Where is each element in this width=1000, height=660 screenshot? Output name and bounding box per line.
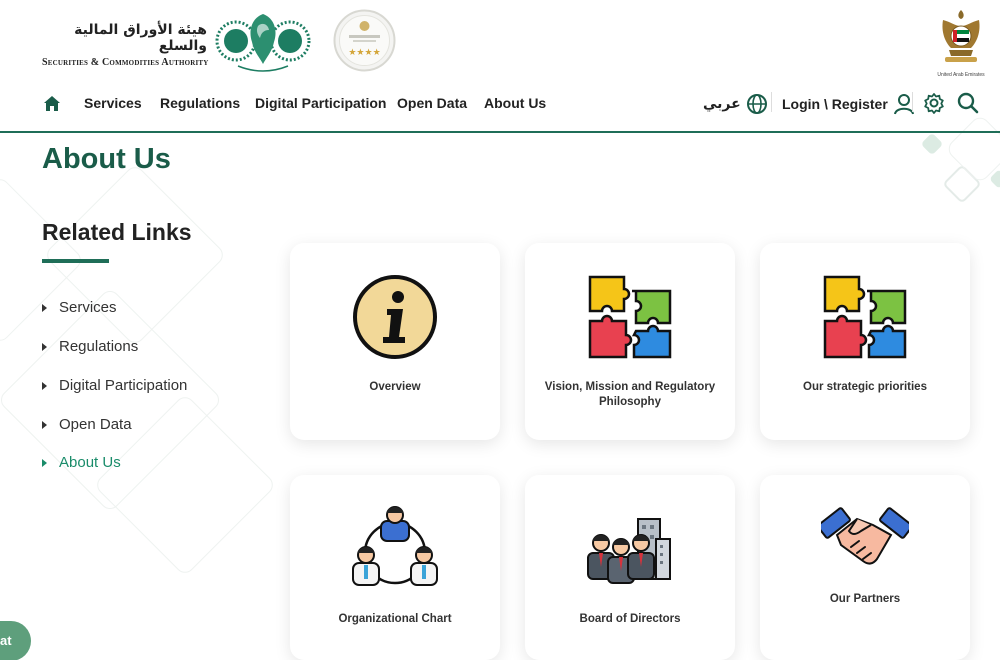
nav-separator	[771, 92, 772, 112]
sidebar-link-label: Open Data	[59, 416, 132, 433]
svg-text:★★★★: ★★★★	[348, 48, 380, 58]
login-register-link[interactable]: Login \ Register	[782, 93, 915, 115]
nav-item-services[interactable]: Services	[84, 95, 142, 111]
board-icon	[587, 518, 671, 584]
sidebar-link-about-us[interactable]: About Us	[42, 454, 121, 471]
nav-item-digital-participation[interactable]: Digital Participation	[255, 95, 386, 111]
uae-label: United Arab Emirates	[937, 72, 985, 78]
sidebar-link-label: Services	[59, 299, 117, 316]
card-label: Our Partners	[829, 593, 901, 605]
site-header: هيئة الأوراق المالية والسلع Securities &…	[0, 0, 1000, 84]
search-icon[interactable]	[957, 92, 979, 114]
card-label: Our strategic priorities	[803, 381, 927, 393]
card-label: Board of Directors	[579, 613, 681, 625]
nav-item-open-data[interactable]: Open Data	[397, 95, 467, 111]
card-strategic-priorities[interactable]: Our strategic priorities	[760, 243, 970, 440]
logo-english-text: Securities & Commodities Authority	[42, 57, 209, 68]
main-navigation: Services Regulations Digital Participati…	[0, 84, 1000, 133]
nav-separator	[912, 92, 913, 112]
sidebar-link-regulations[interactable]: Regulations	[42, 338, 138, 355]
card-label: Vision, Mission and Regulatory Philosoph…	[544, 381, 716, 408]
background-decoration	[920, 132, 944, 156]
sca-emblem-icon	[215, 14, 311, 72]
card-board-of-directors[interactable]: Board of Directors	[525, 475, 735, 660]
home-icon[interactable]	[42, 94, 62, 114]
card-our-partners[interactable]: Our Partners	[760, 475, 970, 660]
handshake-icon	[821, 507, 909, 565]
related-links-title: Related Links	[42, 219, 192, 245]
sidebar-link-digital-participation[interactable]: Digital Participation	[42, 377, 187, 394]
nav-item-about-us[interactable]: About Us	[484, 95, 546, 111]
card-label: Overview	[369, 381, 421, 393]
sidebar-link-label: Regulations	[59, 338, 139, 355]
card-label: Organizational Chart	[338, 613, 452, 625]
puzzle-icon	[823, 275, 907, 359]
info-icon	[353, 275, 437, 359]
card-organizational-chart[interactable]: Organizational Chart	[290, 475, 500, 660]
language-switch[interactable]: عربي	[703, 93, 768, 115]
logo-arabic-text: هيئة الأوراق المالية والسلع	[74, 22, 207, 54]
login-label: Login \ Register	[782, 96, 888, 112]
caret-right-icon	[42, 381, 47, 390]
uae-falcon-icon	[942, 10, 980, 62]
sidebar-link-label: About Us	[59, 454, 121, 471]
sidebar-link-open-data[interactable]: Open Data	[42, 416, 132, 433]
caret-right-icon	[42, 342, 47, 351]
uae-emblem: United Arab Emirates	[936, 6, 986, 78]
related-links-underline	[42, 259, 109, 263]
caret-right-icon	[42, 458, 47, 467]
nav-item-regulations[interactable]: Regulations	[160, 95, 240, 111]
puzzle-icon	[588, 275, 672, 359]
sidebar-link-label: Digital Participation	[59, 377, 188, 394]
caret-right-icon	[42, 420, 47, 429]
card-overview[interactable]: Overview	[290, 243, 500, 440]
card-vision-mission[interactable]: Vision, Mission and Regulatory Philosoph…	[525, 243, 735, 440]
sidebar-link-services[interactable]: Services	[42, 299, 117, 316]
award-badge-icon: ★★★★	[333, 9, 396, 72]
sca-logo[interactable]: هيئة الأوراق المالية والسلع Securities &…	[42, 22, 212, 68]
globe-icon	[746, 94, 767, 114]
language-label: عربي	[703, 96, 741, 112]
org-chart-icon	[352, 506, 438, 586]
settings-gear-icon[interactable]	[923, 92, 945, 114]
caret-right-icon	[42, 303, 47, 312]
chat-button[interactable]: at	[0, 621, 31, 660]
page-title: About Us	[42, 143, 171, 175]
